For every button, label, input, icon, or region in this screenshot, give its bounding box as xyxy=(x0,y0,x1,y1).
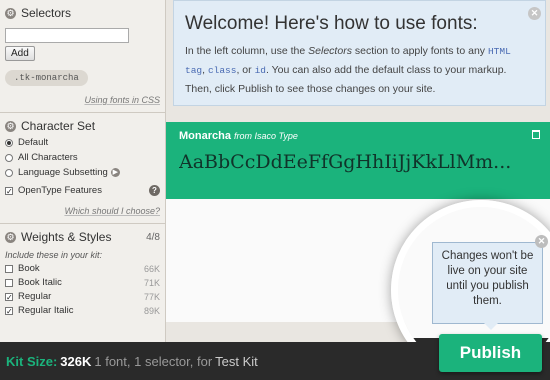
font-card[interactable]: Monarcha from Isaco Type AaBbCcDdEeFfGgH… xyxy=(166,122,550,199)
checkbox-checked[interactable]: ✓ xyxy=(5,292,13,301)
charset-option-label: Language Subsetting xyxy=(18,167,108,178)
kit-name: Test Kit xyxy=(215,353,258,369)
radio[interactable] xyxy=(5,153,13,162)
welcome-panel: Welcome! Here's how to use fonts: In the… xyxy=(173,0,546,106)
kit-summary: 1 font, 1 selector, for xyxy=(94,353,213,369)
opentype-label: OpenType Features xyxy=(18,185,102,196)
selectors-title: Selectors xyxy=(21,6,72,20)
welcome-selectors-ref: Selectors xyxy=(308,45,352,57)
close-icon[interactable]: ✕ xyxy=(528,7,541,20)
weights-subheading: Include these in your kit: xyxy=(5,250,103,260)
publish-tooltip: Changes won't be live on your site until… xyxy=(432,242,543,330)
font-foundry: from Isaco Type xyxy=(234,131,298,141)
publish-button[interactable]: Publish xyxy=(439,334,542,372)
weight-item-book[interactable]: Book 66K xyxy=(5,263,160,274)
weight-label: Regular xyxy=(18,291,52,302)
welcome-text: In the left column, use the Selectors se… xyxy=(185,42,534,98)
checkbox-checked[interactable]: ✓ xyxy=(5,306,13,315)
charset-title: Character Set xyxy=(21,119,96,133)
weight-item-regular[interactable]: ✓ Regular 77K xyxy=(5,291,160,302)
weight-item-regular-italic[interactable]: ✓ Regular Italic 89K xyxy=(5,305,160,316)
charset-option-all[interactable]: All Characters xyxy=(5,152,160,163)
charset-help-link[interactable]: Which should I choose? xyxy=(5,206,160,216)
checkbox[interactable] xyxy=(5,278,13,287)
weight-size: 77K xyxy=(143,291,160,302)
font-name: Monarcha from Isaco Type xyxy=(179,130,537,142)
kit-size-value: 326K xyxy=(60,353,92,369)
kit-size-label: Kit Size: xyxy=(6,353,58,369)
weight-size: 89K xyxy=(143,305,160,316)
weights-section: ⚙ Weights & Styles 4/8 Include these in … xyxy=(0,224,165,323)
weights-count: 4/8 xyxy=(146,231,160,243)
charset-option-default[interactable]: Default xyxy=(5,137,160,148)
weight-size: 71K xyxy=(143,277,160,288)
charset-option-label: All Characters xyxy=(18,152,78,163)
welcome-text-part: , or xyxy=(236,64,252,76)
sidebar: ⚙ Selectors Add .tk-monarcha Using fonts… xyxy=(0,0,166,342)
selector-tag[interactable]: .tk-monarcha xyxy=(5,70,88,86)
font-sample: AaBbCcDdEeFfGgHhIiJjKkLlMm... xyxy=(179,151,512,173)
gear-icon: ⚙ xyxy=(5,231,16,243)
checkbox-checked[interactable]: ✓ xyxy=(5,186,13,195)
selector-input[interactable] xyxy=(5,28,129,43)
font-family-name: Monarcha xyxy=(179,130,231,142)
radio-selected[interactable] xyxy=(5,138,13,147)
close-icon[interactable]: ✕ xyxy=(535,235,548,248)
opentype-option[interactable]: ✓ OpenType Features ? xyxy=(5,185,160,196)
charset-section: ⚙ Character Set Default All Characters L… xyxy=(0,113,165,224)
chevron-right-icon[interactable]: ▶ xyxy=(110,168,120,177)
help-icon[interactable]: ? xyxy=(149,185,160,196)
css-help-link[interactable]: Using fonts in CSS xyxy=(5,95,160,105)
checkbox[interactable] xyxy=(5,264,13,273)
welcome-text-part: In the left column, use the xyxy=(185,45,306,57)
charset-option-language[interactable]: Language Subsetting ▶ xyxy=(5,167,160,178)
weights-title: Weights & Styles xyxy=(21,230,112,244)
weight-size: 66K xyxy=(143,263,160,274)
welcome-text-part: section to apply fonts to any xyxy=(354,45,486,57)
trash-icon[interactable] xyxy=(532,130,540,139)
add-selector-button[interactable]: Add xyxy=(5,46,35,61)
weight-label: Book Italic xyxy=(18,277,62,288)
welcome-text-part: , xyxy=(202,64,206,76)
charset-option-label: Default xyxy=(18,137,49,148)
welcome-title: Welcome! Here's how to use fonts: xyxy=(185,13,478,34)
code-id: id xyxy=(254,65,266,76)
charset-header[interactable]: ⚙ Character Set xyxy=(5,119,160,133)
selectors-header[interactable]: ⚙ Selectors xyxy=(5,6,160,20)
weight-label: Regular Italic xyxy=(18,305,74,316)
gear-icon: ⚙ xyxy=(5,7,16,19)
weight-label: Book xyxy=(18,263,40,274)
code-class: class xyxy=(207,65,237,76)
gear-icon: ⚙ xyxy=(5,120,16,132)
weight-item-book-italic[interactable]: Book Italic 71K xyxy=(5,277,160,288)
weights-header[interactable]: ⚙ Weights & Styles 4/8 xyxy=(5,230,160,244)
selectors-section: ⚙ Selectors Add .tk-monarcha Using fonts… xyxy=(0,0,165,113)
radio[interactable] xyxy=(5,168,13,177)
